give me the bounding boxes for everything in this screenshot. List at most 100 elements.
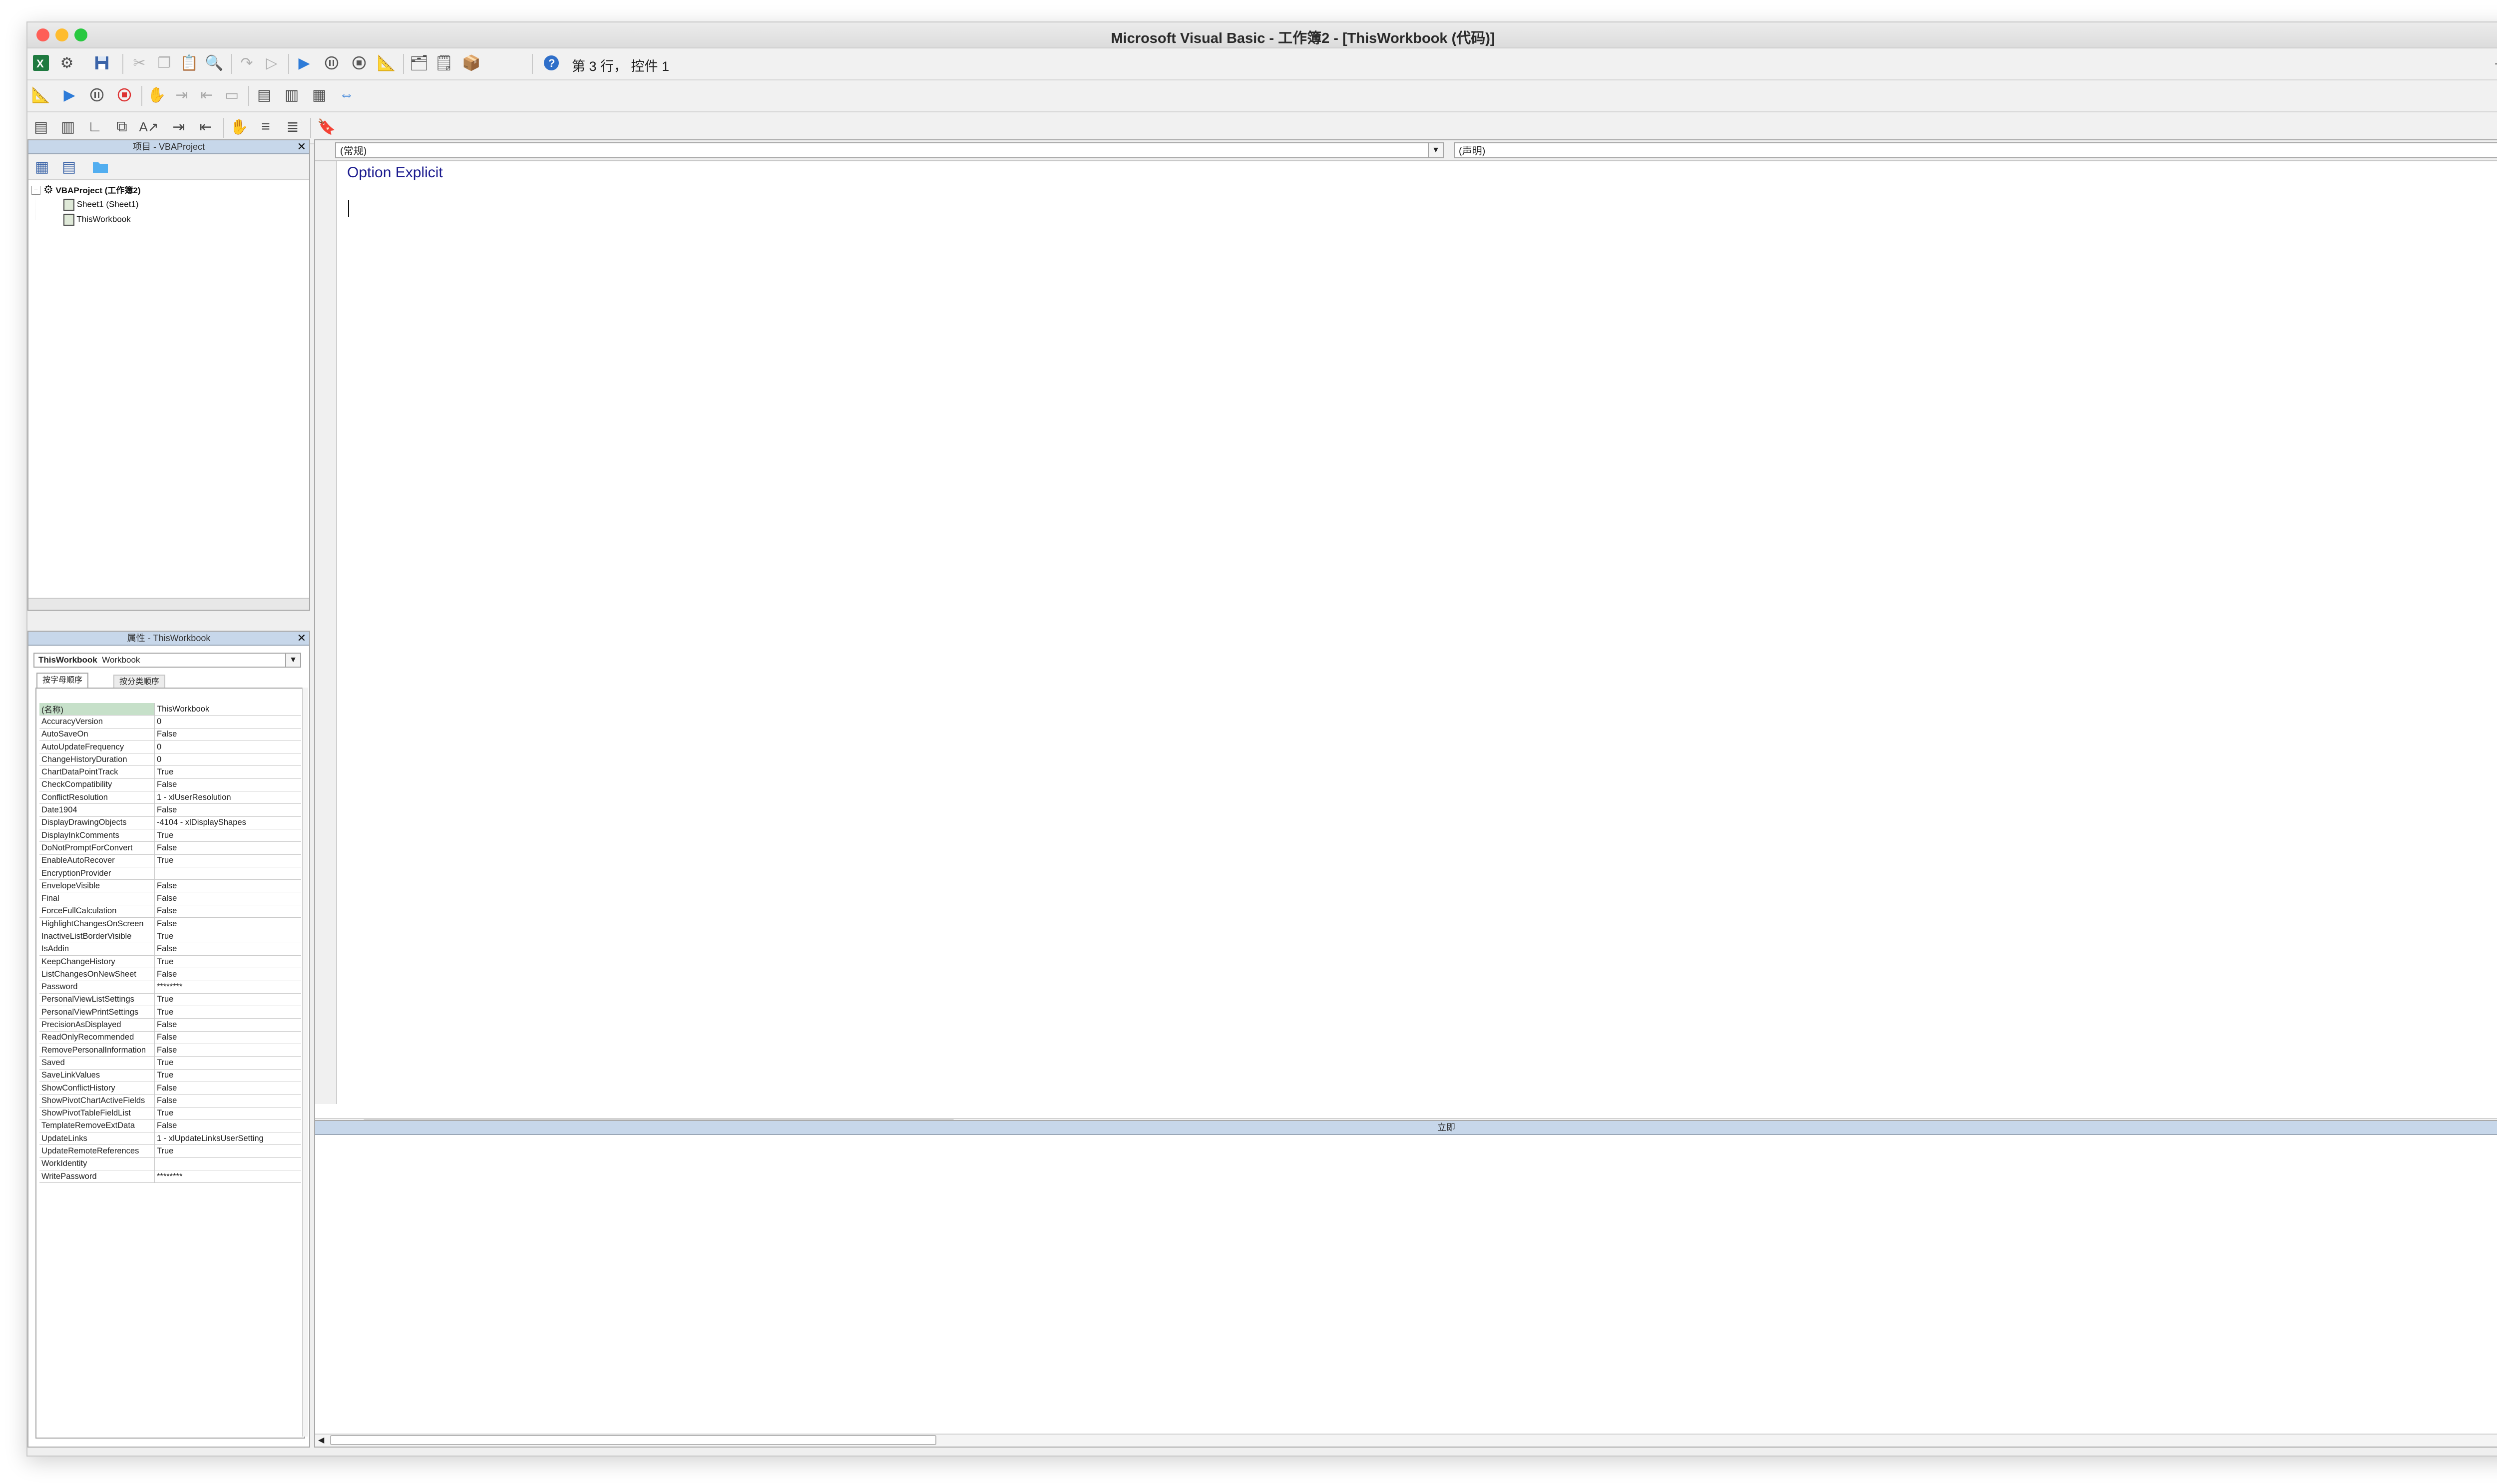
property-row[interactable]: PersonalViewListSettings True: [39, 993, 301, 1007]
property-row[interactable]: KeepChangeHistory True: [39, 955, 301, 969]
property-row[interactable]: ShowPivotChartActiveFields False: [39, 1094, 301, 1108]
save-icon[interactable]: [92, 53, 111, 72]
property-row[interactable]: (名称) ThisWorkbook: [39, 703, 301, 716]
code-margin-indicator-bar[interactable]: [315, 161, 337, 1104]
mdi-minimize-icon[interactable]: –: [2490, 53, 2497, 72]
immediate-hscroll-thumb[interactable]: [330, 1435, 936, 1445]
property-row[interactable]: ChangeHistoryDuration 0: [39, 753, 301, 766]
uncomment-block-icon[interactable]: ≣: [283, 117, 302, 136]
toggle-folders-icon[interactable]: [91, 157, 110, 176]
tree-item-vbaproject[interactable]: ⚙ VBAProject (工作簿2): [43, 183, 141, 196]
properties-window-icon[interactable]: 🗒: [434, 53, 453, 72]
property-row[interactable]: WorkIdentity: [39, 1157, 301, 1170]
copy-icon[interactable]: ❐: [155, 53, 174, 72]
property-value[interactable]: True: [154, 1144, 301, 1158]
property-value[interactable]: False: [154, 803, 301, 817]
object-selector-dropdown[interactable]: ThisWorkbook Workbook ▼: [33, 653, 301, 668]
property-row[interactable]: DoNotPromptForConvert False: [39, 841, 301, 855]
property-row[interactable]: Final False: [39, 892, 301, 905]
property-row[interactable]: DisplayInkComments True: [39, 829, 301, 842]
properties-vscroll[interactable]: [302, 688, 308, 1437]
help-icon[interactable]: ?: [542, 53, 561, 72]
property-row[interactable]: DisplayDrawingObjects -4104 - xlDisplaySh…: [39, 816, 301, 829]
property-row[interactable]: ReadOnlyRecommended False: [39, 1031, 301, 1045]
property-value[interactable]: True: [154, 1006, 301, 1019]
property-value[interactable]: True: [154, 930, 301, 943]
property-row[interactable]: AutoUpdateFrequency 0: [39, 741, 301, 754]
property-row[interactable]: AutoSaveOn False: [39, 728, 301, 741]
immediate-window-icon[interactable]: ▥: [282, 85, 301, 104]
property-value[interactable]: False: [154, 1082, 301, 1095]
property-value[interactable]: -4104 - xlDisplayShapes: [154, 816, 301, 829]
property-row[interactable]: UpdateLinks 1 - xlUpdateLinksUserSetting: [39, 1132, 301, 1145]
property-value[interactable]: False: [154, 1044, 301, 1057]
excel-icon[interactable]: X: [31, 53, 50, 72]
property-value[interactable]: ********: [154, 1170, 301, 1183]
view-code-icon[interactable]: ▦: [32, 157, 51, 176]
parameter-info-icon[interactable]: ⧉: [112, 117, 131, 136]
object-browser-icon[interactable]: 📦: [462, 53, 481, 72]
property-row[interactable]: EnableAutoRecover True: [39, 854, 301, 867]
procedure-dropdown[interactable]: (声明) ▼: [1454, 142, 2497, 158]
property-row[interactable]: ConflictResolution 1 - xlUserResolution: [39, 791, 301, 804]
tab-alphabetic[interactable]: 按字母顺序: [36, 673, 89, 689]
comment-block-icon[interactable]: ≡: [256, 117, 275, 136]
property-row[interactable]: AccuracyVersion 0: [39, 715, 301, 729]
step-over-icon[interactable]: ⇤: [197, 85, 216, 104]
property-row[interactable]: UpdateRemoteReferences True: [39, 1144, 301, 1158]
tree-item-sheet1[interactable]: Sheet1 (Sheet1): [63, 199, 139, 211]
toggle-breakpoint-icon[interactable]: ✋: [147, 85, 166, 104]
list-properties-icon[interactable]: ▤: [31, 117, 50, 136]
properties-panel-close-icon[interactable]: ✕: [297, 632, 306, 644]
object-dropdown[interactable]: (常规) ▼: [335, 142, 1444, 158]
property-value[interactable]: 0: [154, 715, 301, 729]
step-into-icon[interactable]: ⇥: [172, 85, 191, 104]
property-row[interactable]: HighlightChangesOnScreen False: [39, 917, 301, 931]
property-value[interactable]: [154, 867, 301, 880]
property-value[interactable]: True: [154, 854, 301, 867]
tree-item-thisworkbook[interactable]: ThisWorkbook: [63, 214, 131, 226]
property-value[interactable]: False: [154, 778, 301, 792]
property-row[interactable]: Saved True: [39, 1056, 301, 1070]
property-row[interactable]: Date1904 False: [39, 803, 301, 817]
tree-collapse-toggle[interactable]: −: [31, 186, 40, 195]
property-value[interactable]: True: [154, 765, 301, 779]
indent-icon[interactable]: ⇥: [169, 117, 188, 136]
property-row[interactable]: Password ********: [39, 981, 301, 994]
property-row[interactable]: TemplateRemoveExtData False: [39, 1119, 301, 1133]
redo-icon[interactable]: ↷: [237, 53, 256, 72]
scroll-left-icon[interactable]: ◀: [318, 1435, 324, 1445]
reset-icon[interactable]: [115, 85, 134, 104]
project-panel-close-icon[interactable]: ✕: [297, 141, 306, 153]
property-row[interactable]: CheckCompatibility False: [39, 778, 301, 792]
property-value[interactable]: False: [154, 892, 301, 905]
complete-word-icon[interactable]: A↗: [139, 117, 158, 136]
quick-info-icon[interactable]: ∟: [85, 117, 104, 136]
property-value[interactable]: False: [154, 1018, 301, 1032]
property-value[interactable]: False: [154, 917, 301, 931]
property-value[interactable]: 1 - xlUserResolution: [154, 791, 301, 804]
property-value[interactable]: [154, 1157, 301, 1170]
property-row[interactable]: ShowPivotTableFieldList True: [39, 1107, 301, 1120]
cut-icon[interactable]: ✂: [130, 53, 149, 72]
property-row[interactable]: EncryptionProvider: [39, 867, 301, 880]
property-row[interactable]: ForceFullCalculation False: [39, 905, 301, 918]
immediate-hscroll[interactable]: ◀ ▶: [315, 1434, 2497, 1447]
design-mode-icon[interactable]: 📐: [31, 85, 50, 104]
property-value[interactable]: True: [154, 1107, 301, 1120]
immediate-input-area[interactable]: [317, 1136, 2497, 1431]
outdent-icon[interactable]: ⇤: [196, 117, 215, 136]
property-row[interactable]: InactiveListBorderVisible True: [39, 930, 301, 943]
property-row[interactable]: EnvelopeVisible False: [39, 879, 301, 893]
insert-module-icon[interactable]: ⚙: [57, 53, 76, 72]
tab-categorized[interactable]: 按分类顺序: [113, 675, 166, 689]
property-row[interactable]: PersonalViewPrintSettings True: [39, 1006, 301, 1019]
toggle-bookmark-icon[interactable]: 🔖: [317, 117, 336, 136]
break-icon[interactable]: [322, 53, 341, 72]
property-value[interactable]: False: [154, 943, 301, 956]
property-value[interactable]: True: [154, 1056, 301, 1070]
run-icon[interactable]: ▶: [295, 53, 314, 72]
property-row[interactable]: ShowConflictHistory False: [39, 1082, 301, 1095]
property-value[interactable]: 1 - xlUpdateLinksUserSetting: [154, 1132, 301, 1145]
list-constants-icon[interactable]: ▥: [58, 117, 77, 136]
